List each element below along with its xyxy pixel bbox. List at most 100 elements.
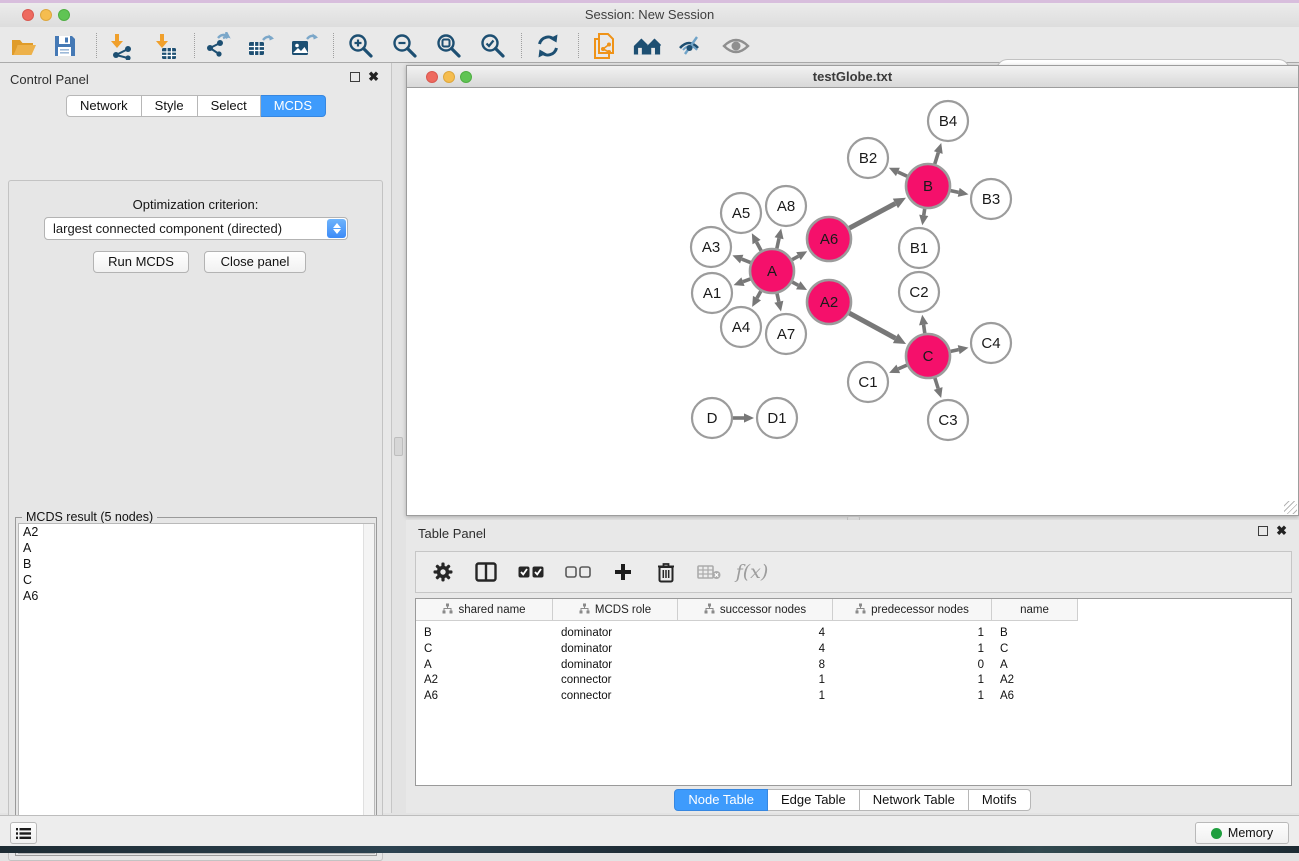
task-history-button[interactable] bbox=[10, 822, 37, 844]
table-cell[interactable]: 4 bbox=[678, 625, 833, 641]
table-cell[interactable]: B bbox=[992, 625, 1078, 641]
column-header-shared-name[interactable]: shared name bbox=[416, 599, 553, 621]
zoom-selected-icon[interactable] bbox=[478, 31, 508, 61]
table-cell[interactable]: dominator bbox=[553, 657, 678, 673]
mcds-result-group: MCDS result (5 nodes) A2ABCA6 bbox=[15, 517, 377, 856]
select-all-icon[interactable] bbox=[516, 560, 546, 584]
export-table-icon[interactable] bbox=[246, 31, 276, 61]
table-cell[interactable]: A6 bbox=[992, 688, 1078, 704]
tab-motifs[interactable]: Motifs bbox=[969, 789, 1031, 811]
tab-node-table[interactable]: Node Table bbox=[674, 789, 768, 811]
arrowhead-icon bbox=[775, 228, 784, 239]
node-label-D1: D1 bbox=[767, 410, 786, 427]
column-header-name[interactable]: name bbox=[992, 599, 1078, 621]
table-cell[interactable]: dominator bbox=[553, 641, 678, 657]
table-panel-title: Table Panel bbox=[418, 526, 486, 541]
criterion-dropdown[interactable]: largest connected component (directed) bbox=[44, 217, 348, 240]
table-cell[interactable]: A2 bbox=[416, 672, 553, 688]
zoom-fit-icon[interactable] bbox=[434, 31, 464, 61]
column-header-predecessor-nodes[interactable]: predecessor nodes bbox=[833, 599, 992, 621]
import-network-icon[interactable] bbox=[106, 31, 136, 61]
scrollbar-track[interactable] bbox=[363, 524, 374, 853]
table-cell[interactable]: connector bbox=[553, 688, 678, 704]
import-table-icon[interactable] bbox=[151, 31, 181, 61]
memory-label: Memory bbox=[1228, 826, 1273, 840]
tab-select[interactable]: Select bbox=[198, 95, 261, 117]
namespace-icon bbox=[579, 603, 590, 617]
vertical-split-handle[interactable] bbox=[394, 437, 403, 456]
table-cell[interactable]: 1 bbox=[833, 688, 992, 704]
edge-A6-B bbox=[849, 203, 895, 228]
table-cell[interactable]: dominator bbox=[553, 625, 678, 641]
hide-selected-eye-icon[interactable] bbox=[676, 31, 706, 61]
table-cell[interactable]: A6 bbox=[416, 688, 553, 704]
export-image-icon[interactable] bbox=[289, 31, 319, 61]
table-cell[interactable]: 1 bbox=[833, 672, 992, 688]
column-header-successor-nodes[interactable]: successor nodes bbox=[678, 599, 833, 621]
delete-column-trash-icon[interactable] bbox=[653, 560, 679, 584]
node-table[interactable]: shared nameMCDS rolesuccessor nodesprede… bbox=[415, 598, 1292, 786]
window-resize-grip[interactable] bbox=[1284, 501, 1297, 514]
open-session-icon[interactable] bbox=[8, 31, 38, 61]
tab-style[interactable]: Style bbox=[142, 95, 198, 117]
show-all-eye-icon[interactable] bbox=[721, 31, 751, 61]
memory-button[interactable]: Memory bbox=[1195, 822, 1289, 844]
table-cell[interactable]: 1 bbox=[678, 688, 833, 704]
run-mcds-button[interactable]: Run MCDS bbox=[93, 251, 189, 273]
close-panel-icon[interactable]: ✖ bbox=[368, 72, 379, 82]
table-cell[interactable]: 4 bbox=[678, 641, 833, 657]
table-cell[interactable]: connector bbox=[553, 672, 678, 688]
settings-gear-icon[interactable] bbox=[430, 560, 456, 584]
mcds-result-item[interactable]: A6 bbox=[19, 588, 374, 604]
float-panel-icon[interactable] bbox=[350, 72, 360, 82]
mcds-result-list[interactable]: A2ABCA6 bbox=[18, 523, 375, 854]
table-cell[interactable]: A2 bbox=[992, 672, 1078, 688]
network-graph-canvas[interactable]: B4B2BB3A5A8A6A3B1AA1A2C2A4A7CC4C1C3DD1 bbox=[407, 88, 1298, 515]
zoom-out-icon[interactable] bbox=[390, 31, 420, 61]
column-header-MCDS-role[interactable]: MCDS role bbox=[553, 599, 678, 621]
clone-network-icon[interactable] bbox=[590, 31, 620, 61]
float-table-panel-icon[interactable] bbox=[1258, 526, 1268, 536]
mcds-result-item[interactable]: C bbox=[19, 572, 374, 588]
table-cell[interactable]: A bbox=[416, 657, 553, 673]
export-network-icon[interactable] bbox=[203, 31, 233, 61]
table-cell[interactable]: B bbox=[416, 625, 553, 641]
edge-B-B4 bbox=[935, 153, 939, 164]
network-window-titlebar[interactable]: testGlobe.txt bbox=[407, 66, 1298, 88]
refresh-icon[interactable] bbox=[533, 31, 563, 61]
arrowhead-icon bbox=[958, 345, 969, 354]
tab-network[interactable]: Network bbox=[66, 95, 142, 117]
mcds-result-item[interactable]: A bbox=[19, 540, 374, 556]
mcds-result-item[interactable]: A2 bbox=[19, 524, 374, 540]
arrowhead-icon bbox=[934, 387, 943, 398]
unselect-all-icon[interactable] bbox=[563, 560, 593, 584]
node-label-A7: A7 bbox=[777, 326, 795, 343]
close-panel-button[interactable]: Close panel bbox=[204, 251, 306, 273]
node-label-A8: A8 bbox=[777, 198, 795, 215]
table-cell[interactable]: 8 bbox=[678, 657, 833, 673]
close-table-panel-icon[interactable]: ✖ bbox=[1276, 526, 1287, 536]
tab-mcds[interactable]: MCDS bbox=[261, 95, 326, 117]
node-label-C1: C1 bbox=[858, 374, 877, 391]
table-cell[interactable]: 1 bbox=[833, 625, 992, 641]
table-cell[interactable]: 1 bbox=[678, 672, 833, 688]
table-cell[interactable]: C bbox=[416, 641, 553, 657]
tab-edge-table[interactable]: Edge Table bbox=[768, 789, 860, 811]
mcds-result-item[interactable]: B bbox=[19, 556, 374, 572]
table-cell[interactable]: A bbox=[992, 657, 1078, 673]
tab-network-table[interactable]: Network Table bbox=[860, 789, 969, 811]
node-label-A5: A5 bbox=[732, 205, 750, 222]
add-column-icon[interactable] bbox=[610, 560, 636, 584]
table-cell[interactable]: C bbox=[992, 641, 1078, 657]
column-view-icon[interactable] bbox=[473, 560, 499, 584]
optimization-criterion-label: Optimization criterion: bbox=[9, 197, 382, 212]
table-type-tabs: Node TableEdge TableNetwork TableMotifs bbox=[674, 789, 1030, 811]
save-session-icon[interactable] bbox=[50, 31, 80, 61]
first-neighbors-icon[interactable] bbox=[632, 31, 662, 61]
node-label-A1: A1 bbox=[703, 285, 721, 302]
table-cell[interactable]: 1 bbox=[833, 641, 992, 657]
table-cell[interactable]: 0 bbox=[833, 657, 992, 673]
zoom-in-icon[interactable] bbox=[346, 31, 376, 61]
app-title: Session: New Session bbox=[0, 7, 1299, 22]
edge-A2-C bbox=[849, 313, 895, 338]
